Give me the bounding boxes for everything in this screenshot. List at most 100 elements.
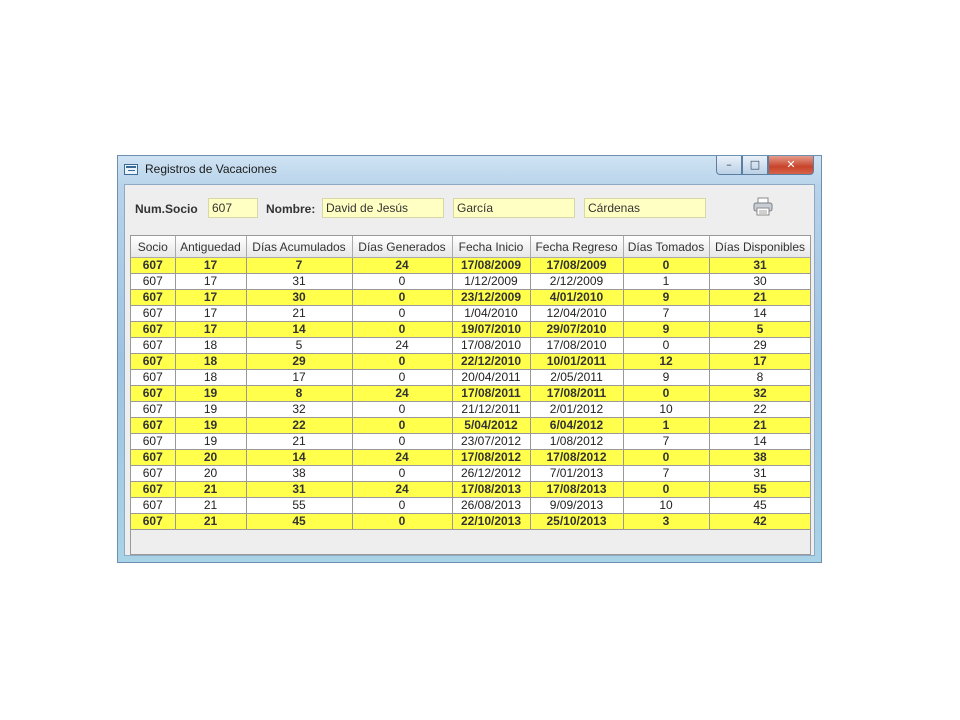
table-cell[interactable]: 5	[245, 337, 353, 354]
table-cell[interactable]: 45	[708, 497, 810, 514]
table-cell[interactable]: 32	[708, 385, 810, 402]
column-header[interactable]: Días Tomados	[622, 236, 710, 258]
table-cell[interactable]: 45	[245, 513, 353, 530]
table-cell[interactable]: 19	[174, 433, 247, 450]
table-cell[interactable]: 22	[708, 401, 810, 418]
table-cell[interactable]: 17/08/2011	[529, 385, 624, 402]
table-cell[interactable]: 24	[351, 385, 453, 402]
table-cell[interactable]: 607	[131, 513, 176, 530]
table-cell[interactable]: 20	[174, 449, 247, 466]
table-row[interactable]: 607 17 21 0 1/04/2010 12/04/2010 7 14	[131, 305, 810, 322]
table-row[interactable]: 607 21 55 0 26/08/2013 9/09/2013 10 45	[131, 497, 810, 514]
table-cell[interactable]: 20	[174, 465, 247, 482]
table-cell[interactable]: 5/04/2012	[451, 417, 531, 434]
table-cell[interactable]: 10/01/2011	[529, 353, 624, 370]
table-cell[interactable]: 4/01/2010	[529, 289, 624, 306]
table-cell[interactable]: 19/07/2010	[451, 321, 531, 338]
column-header[interactable]: Días Generados	[351, 236, 453, 258]
table-cell[interactable]: 607	[131, 401, 176, 418]
table-cell[interactable]: 24	[351, 337, 453, 354]
num-socio-field[interactable]: 607	[208, 198, 258, 218]
table-cell[interactable]: 0	[351, 465, 453, 482]
table-cell[interactable]: 29/07/2010	[529, 321, 624, 338]
table-cell[interactable]: 0	[351, 369, 453, 386]
table-cell[interactable]: 18	[174, 369, 247, 386]
table-cell[interactable]: 0	[622, 481, 710, 498]
table-cell[interactable]: 17/08/2013	[451, 481, 531, 498]
table-cell[interactable]: 607	[131, 369, 176, 386]
table-cell[interactable]: 42	[708, 513, 810, 530]
table-cell[interactable]: 14	[708, 433, 810, 450]
table-cell[interactable]: 20/04/2011	[451, 369, 531, 386]
table-cell[interactable]: 23/07/2012	[451, 433, 531, 450]
table-cell[interactable]: 607	[131, 449, 176, 466]
table-cell[interactable]: 1	[622, 273, 710, 290]
column-header[interactable]: Fecha Inicio	[451, 236, 531, 258]
table-cell[interactable]: 0	[351, 321, 453, 338]
table-cell[interactable]: 10	[622, 401, 710, 418]
table-cell[interactable]: 607	[131, 497, 176, 514]
table-cell[interactable]: 0	[622, 337, 710, 354]
table-cell[interactable]: 607	[131, 353, 176, 370]
table-cell[interactable]: 9	[622, 369, 710, 386]
table-cell[interactable]: 7	[622, 433, 710, 450]
table-cell[interactable]: 38	[245, 465, 353, 482]
table-cell[interactable]: 2/05/2011	[529, 369, 624, 386]
table-cell[interactable]: 607	[131, 417, 176, 434]
table-cell[interactable]: 2/01/2012	[529, 401, 624, 418]
table-cell[interactable]: 10	[622, 497, 710, 514]
table-cell[interactable]: 17	[174, 257, 247, 274]
table-cell[interactable]: 14	[245, 321, 353, 338]
table-cell[interactable]: 24	[351, 449, 453, 466]
table-cell[interactable]: 1/08/2012	[529, 433, 624, 450]
table-cell[interactable]: 2/12/2009	[529, 273, 624, 290]
table-cell[interactable]: 55	[708, 481, 810, 498]
table-cell[interactable]: 30	[708, 273, 810, 290]
table-row[interactable]: 607 19 8 24 17/08/2011 17/08/2011 0 32	[131, 385, 810, 402]
table-cell[interactable]: 0	[351, 497, 453, 514]
table-row[interactable]: 607 17 31 0 1/12/2009 2/12/2009 1 30	[131, 273, 810, 290]
table-cell[interactable]: 7	[245, 257, 353, 274]
table-cell[interactable]: 31	[245, 481, 353, 498]
table-cell[interactable]: 17/08/2011	[451, 385, 531, 402]
table-cell[interactable]: 17/08/2009	[529, 257, 624, 274]
table-cell[interactable]: 22/10/2013	[451, 513, 531, 530]
table-row[interactable]: 607 21 45 0 22/10/2013 25/10/2013 3 42	[131, 513, 810, 530]
printer-icon[interactable]	[752, 197, 774, 217]
table-cell[interactable]: 6/04/2012	[529, 417, 624, 434]
table-cell[interactable]: 5	[708, 321, 810, 338]
table-cell[interactable]: 0	[622, 385, 710, 402]
table-cell[interactable]: 38	[708, 449, 810, 466]
table-cell[interactable]: 21	[174, 497, 247, 514]
table-cell[interactable]: 0	[351, 401, 453, 418]
table-row[interactable]: 607 17 7 24 17/08/2009 17/08/2009 0 31	[131, 257, 810, 274]
title-bar[interactable]: Registros de Vacaciones – □ ✕	[118, 156, 821, 184]
second-surname-field[interactable]: Cárdenas	[584, 198, 706, 218]
table-cell[interactable]: 607	[131, 481, 176, 498]
table-row[interactable]: 607 18 17 0 20/04/2011 2/05/2011 9 8	[131, 369, 810, 386]
table-cell[interactable]: 14	[245, 449, 353, 466]
table-cell[interactable]: 9/09/2013	[529, 497, 624, 514]
minimize-button[interactable]: –	[716, 156, 742, 175]
table-cell[interactable]: 21	[174, 481, 247, 498]
table-cell[interactable]: 8	[708, 369, 810, 386]
table-cell[interactable]: 9	[622, 289, 710, 306]
table-cell[interactable]: 17/08/2009	[451, 257, 531, 274]
table-cell[interactable]: 17/08/2012	[529, 449, 624, 466]
table-cell[interactable]: 29	[245, 353, 353, 370]
table-cell[interactable]: 17/08/2010	[529, 337, 624, 354]
close-button[interactable]: ✕	[768, 156, 814, 175]
table-row[interactable]: 607 18 29 0 22/12/2010 10/01/2011 12 17	[131, 353, 810, 370]
table-cell[interactable]: 19	[174, 385, 247, 402]
table-cell[interactable]: 22	[245, 417, 353, 434]
table-cell[interactable]: 8	[245, 385, 353, 402]
table-cell[interactable]: 17/08/2013	[529, 481, 624, 498]
table-cell[interactable]: 30	[245, 289, 353, 306]
table-cell[interactable]: 17	[174, 289, 247, 306]
table-cell[interactable]: 607	[131, 433, 176, 450]
column-header[interactable]: Días Disponibles	[708, 236, 810, 258]
table-cell[interactable]: 21	[245, 305, 353, 322]
table-row[interactable]: 607 18 5 24 17/08/2010 17/08/2010 0 29	[131, 337, 810, 354]
table-cell[interactable]: 29	[708, 337, 810, 354]
table-cell[interactable]: 17/08/2010	[451, 337, 531, 354]
